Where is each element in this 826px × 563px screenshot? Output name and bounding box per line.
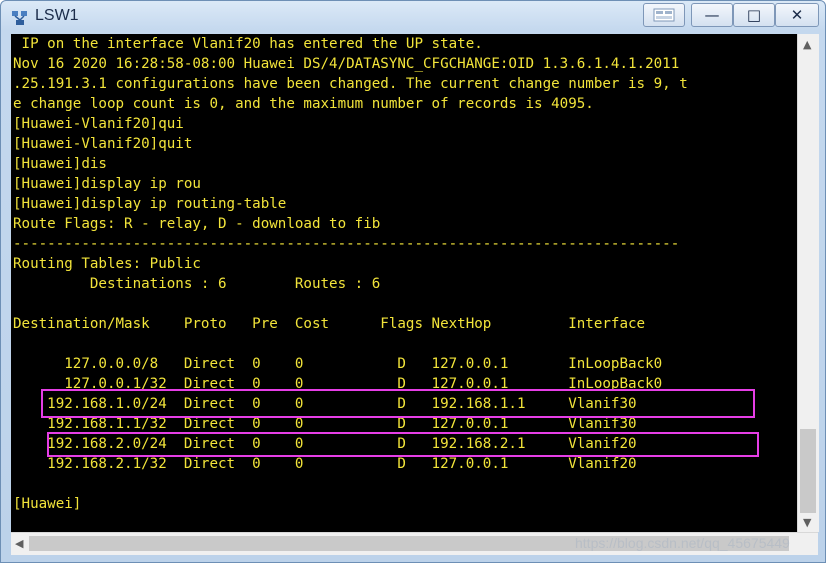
- route-row: 127.0.0.0/8 Direct 0 0 D 127.0.0.1 InLoo…: [13, 356, 663, 372]
- terminal-line: [Huawei]display ip rou: [13, 176, 201, 192]
- terminal-line: [Huawei]dis: [13, 156, 107, 172]
- command-prompt: [Huawei]: [13, 496, 82, 512]
- network-switch-icon: [12, 11, 27, 25]
- minimize-icon: —: [704, 5, 720, 24]
- highlight-box-vlanif20-route: [47, 432, 759, 457]
- separator-line: ----------------------------------------…: [13, 236, 680, 252]
- close-button[interactable]: ✕: [775, 3, 819, 27]
- terminal-line: Nov 16 2020 16:28:58-08:00 Huawei DS/4/D…: [13, 56, 680, 72]
- terminal-line: Destinations : 6 Routes : 6: [13, 276, 381, 292]
- console-options-icon: [653, 8, 675, 22]
- terminal-output[interactable]: IP on the interface Vlanif20 has entered…: [11, 34, 797, 532]
- console-options-button[interactable]: [643, 3, 685, 27]
- routing-table-header: Destination/Mask Proto Pre Cost Flags Ne…: [13, 316, 646, 332]
- terminal-line: Routing Tables: Public: [13, 256, 201, 272]
- terminal-line: Route Flags: R - relay, D - download to …: [13, 216, 381, 232]
- terminal-line: [Huawei-Vlanif20]quit: [13, 136, 193, 152]
- scroll-up-icon[interactable]: ▲: [803, 38, 811, 51]
- maximize-button[interactable]: □: [733, 3, 775, 27]
- scroll-down-icon[interactable]: ▼: [803, 516, 811, 529]
- highlight-box-vlanif30-route: [41, 389, 755, 418]
- terminal-line: [Huawei]display ip routing-table: [13, 196, 287, 212]
- minimize-button[interactable]: —: [691, 3, 733, 27]
- scroll-left-icon[interactable]: ◀: [15, 537, 23, 550]
- vertical-scrollbar[interactable]: ▲ ▼: [797, 34, 819, 532]
- vertical-scroll-thumb[interactable]: [800, 429, 816, 513]
- terminal-window: LSW1 — □ ✕ IP on the interface Vlanif20 …: [0, 0, 826, 563]
- terminal-line: [Huawei-Vlanif20]qui: [13, 116, 184, 132]
- window-title: LSW1: [35, 7, 79, 24]
- terminal-line: e change loop count is 0, and the maximu…: [13, 96, 594, 112]
- close-icon: ✕: [790, 5, 804, 24]
- terminal-line: .25.191.3.1 configurations have been cha…: [13, 76, 688, 92]
- watermark: https://blog.csdn.net/qq_45675449: [575, 535, 790, 551]
- route-row: 192.168.2.1/32 Direct 0 0 D 127.0.0.1 Vl…: [13, 456, 637, 472]
- title-bar[interactable]: LSW1 — □ ✕: [1, 1, 825, 33]
- maximize-icon: □: [746, 5, 762, 24]
- terminal-line: IP on the interface Vlanif20 has entered…: [13, 36, 483, 52]
